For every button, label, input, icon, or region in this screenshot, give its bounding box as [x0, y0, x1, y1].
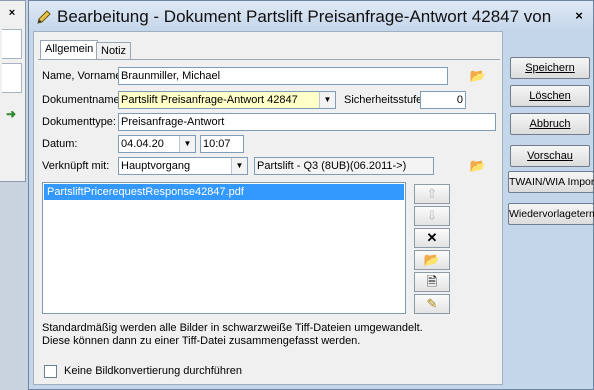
name-field[interactable]: Braunmiller, Michael: [118, 67, 448, 85]
info-line-1: Standardmäßig werden alle Bilder in schw…: [42, 322, 423, 334]
name-label: Name, Vorname:: [42, 70, 125, 82]
form-panel: Allgemein Notiz Name, Vorname: Braunmill…: [33, 31, 503, 385]
resubmission-date-button-label: Wiedervorlagetermin: [509, 208, 594, 220]
tab-allgemein[interactable]: Allgemein: [40, 40, 99, 60]
cancel-button[interactable]: Abbruch: [510, 113, 590, 135]
security-level-field[interactable]: 0: [420, 91, 466, 109]
doctype-label: Dokumenttype:: [42, 116, 116, 128]
date-value: 04.04.20: [121, 138, 164, 150]
edit-document-window: Bearbeitung - Dokument Partslift Preisan…: [28, 0, 594, 390]
docname-label: Dokumentname:: [42, 94, 123, 106]
tab-divider: [38, 59, 500, 60]
chevron-down-icon[interactable]: ▼: [231, 158, 247, 174]
twain-import-button-label: TWAIN/WIA Import: [509, 176, 594, 188]
save-button-label: Speichern: [525, 62, 575, 74]
name-lookup-folder-icon[interactable]: 📂: [466, 66, 490, 86]
time-field[interactable]: 10:07: [200, 135, 244, 153]
docname-combobox[interactable]: Partslift Preisanfrage-Antwort 42847 ▼: [118, 91, 336, 109]
scan-page-icon[interactable]: 🗎: [414, 272, 450, 292]
title-bar[interactable]: Bearbeitung - Dokument Partslift Preisan…: [29, 1, 594, 33]
delete-button[interactable]: Löschen: [510, 85, 590, 107]
security-label: Sicherheitsstufe:: [344, 94, 426, 106]
conversion-info-text: Standardmäßig werden alle Bilder in schw…: [42, 322, 472, 350]
info-line-2: Diese können dann zu einer Tiff-Datei zu…: [42, 335, 361, 347]
background-field: [2, 63, 22, 93]
close-button[interactable]: ×: [569, 7, 589, 25]
arrow-up-icon[interactable]: ⇧: [414, 184, 450, 204]
date-picker[interactable]: 04.04.20 ▼: [118, 135, 196, 153]
tab-notiz[interactable]: Notiz: [96, 42, 132, 60]
open-folder-icon[interactable]: 📂: [414, 250, 450, 270]
background-field: [2, 29, 22, 59]
green-arrow-icon[interactable]: ➜: [6, 108, 20, 120]
pencil-icon: [37, 10, 51, 24]
linked-lookup-folder-icon[interactable]: 📂: [466, 156, 490, 176]
no-conversion-label[interactable]: Keine Bildkonvertierung durchführen: [64, 363, 242, 379]
window-title: Bearbeitung - Dokument Partslift Preisan…: [57, 7, 557, 26]
delete-button-label: Löschen: [529, 90, 571, 102]
linked-label: Verknüpft mit:: [42, 160, 110, 172]
twain-import-button[interactable]: TWAIN/WIA Import: [508, 171, 594, 193]
cancel-button-label: Abbruch: [529, 118, 571, 130]
link-type-combobox[interactable]: Hauptvorgang ▼: [118, 157, 248, 175]
chevron-down-icon[interactable]: ▼: [319, 92, 335, 108]
linked-process-field[interactable]: Partslift - Q3 (8UB)(06.2011->): [254, 157, 434, 175]
docname-value: Partslift Preisanfrage-Antwort 42847: [121, 94, 298, 106]
resubmission-date-button[interactable]: Wiedervorlagetermin: [508, 203, 594, 225]
link-type-value: Hauptvorgang: [121, 160, 191, 172]
background-window: × ➜: [0, 0, 26, 182]
preview-button-label: Vorschau: [527, 150, 573, 162]
preview-button[interactable]: Vorschau: [510, 145, 590, 167]
save-button[interactable]: Speichern: [510, 57, 590, 79]
doctype-field[interactable]: Preisanfrage-Antwort: [118, 113, 496, 131]
delete-x-icon[interactable]: ✕: [414, 228, 450, 248]
stamp-icon[interactable]: ✎: [414, 294, 450, 314]
arrow-down-icon[interactable]: ⇩: [414, 206, 450, 226]
background-close-icon[interactable]: ×: [3, 5, 21, 21]
file-list[interactable]: PartsliftPricerequestResponse42847.pdf: [42, 182, 406, 314]
file-list-item[interactable]: PartsliftPricerequestResponse42847.pdf: [44, 184, 404, 200]
no-conversion-checkbox[interactable]: [44, 365, 57, 378]
chevron-down-icon[interactable]: ▼: [179, 136, 195, 152]
date-label: Datum:: [42, 138, 78, 150]
